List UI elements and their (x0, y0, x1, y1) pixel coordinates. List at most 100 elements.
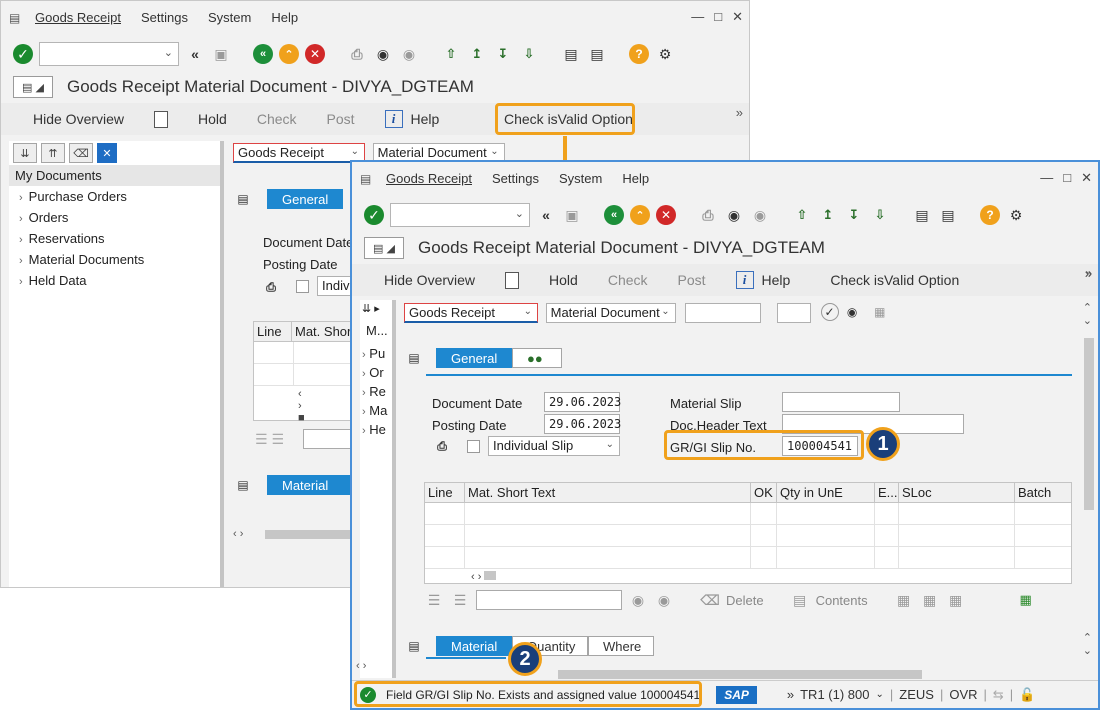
menu-settings[interactable]: Settings (492, 171, 539, 186)
column-header[interactable]: Qty in UnE (777, 483, 875, 502)
more-icon[interactable]: » (736, 105, 743, 120)
material-slip-field[interactable] (782, 392, 900, 412)
table-tools-icon[interactable]: ☰ ☰ (255, 431, 284, 448)
table-scroll-arrows[interactable]: ‹ › (425, 569, 1071, 585)
help-icon[interactable]: ? (980, 205, 1000, 225)
column-header[interactable]: Mat. Short (292, 322, 350, 341)
tab-general[interactable]: General (267, 189, 344, 209)
system-info[interactable]: » TR1 (1) 800 ⌄ | ZEUS | OVR | ⇆ | 🔓 (787, 687, 1036, 703)
table-row[interactable] (425, 503, 1071, 525)
minimize-icon[interactable]: — (691, 9, 704, 25)
item-toggle-icon[interactable]: ▤ (404, 636, 424, 656)
table-search-field[interactable] (476, 590, 622, 610)
find-next-icon[interactable]: ◉ (750, 205, 770, 225)
exit-icon[interactable]: ⌃ (630, 205, 650, 225)
expand-status-icon[interactable]: » (787, 687, 794, 702)
tree-item-held-data[interactable]: › He (360, 420, 392, 439)
printer-icon[interactable]: ⎙ (432, 436, 452, 456)
column-header[interactable]: Line (254, 322, 292, 341)
close-overview-icon[interactable]: ✕ (97, 143, 117, 163)
vertical-scrollbar[interactable] (1084, 338, 1094, 510)
table-row[interactable] (254, 364, 350, 386)
table-row[interactable] (425, 525, 1071, 547)
maximize-icon[interactable]: □ (714, 9, 722, 25)
menu-goods-receipt[interactable]: Goods Receipt (386, 171, 472, 186)
first-page-icon[interactable]: ⇧ (792, 205, 812, 225)
transaction-select[interactable]: Goods Receipt ⌄ (233, 143, 365, 163)
table-search-field[interactable] (303, 429, 353, 449)
transaction-select[interactable]: Goods Receipt ⌄ (404, 302, 538, 323)
help-button[interactable]: i Help (735, 271, 790, 289)
find-next-icon[interactable]: ◉ (399, 44, 419, 64)
prev-page-icon[interactable]: ↥ (467, 44, 487, 64)
posting-date-field[interactable]: 29.06.2023 (544, 414, 621, 434)
scroll-more-icon[interactable]: » (1085, 266, 1092, 280)
gear-icon[interactable]: ⚙ (655, 44, 675, 64)
find-in-table-icon[interactable]: ◉ (628, 590, 648, 610)
menu-system[interactable]: System (559, 171, 602, 186)
post-button[interactable]: Post (327, 111, 355, 127)
column-header[interactable]: SLoc (899, 483, 1015, 502)
my-documents-header[interactable]: My Documents (9, 165, 220, 186)
delete-button[interactable]: Delete (726, 593, 764, 608)
column-header[interactable]: Line (425, 483, 465, 502)
binoculars-icon[interactable]: ◉ (842, 302, 862, 322)
reference-select[interactable]: Material Document ⌄ (545, 302, 676, 323)
select-all-icon[interactable]: ☰ (424, 590, 444, 610)
next-page-icon[interactable]: ↧ (493, 44, 513, 64)
header-toggle-icon[interactable]: ▤ (404, 348, 424, 368)
enter-check-icon[interactable]: ✓ (13, 44, 33, 64)
post-button[interactable]: Post (678, 272, 706, 288)
command-field[interactable]: ⌄ (39, 42, 179, 66)
lock-icon[interactable]: ▦ (946, 590, 966, 610)
minimize-icon[interactable]: — (1040, 170, 1053, 186)
new-session-icon[interactable]: ▤ (912, 205, 932, 225)
find-next-in-table-icon[interactable]: ◉ (654, 590, 674, 610)
gear-icon[interactable]: ⚙ (1006, 205, 1026, 225)
maximize-icon[interactable]: □ (1063, 170, 1071, 186)
screen-menu-icon[interactable]: ▤ ◢ (13, 76, 53, 98)
back-icon[interactable]: « (604, 205, 624, 225)
tree-item-purchase-orders[interactable]: › Purchase Orders (9, 186, 220, 207)
enter-check-icon[interactable]: ✓ (364, 205, 384, 225)
find-icon[interactable]: ◉ (373, 44, 393, 64)
column-header[interactable]: E... (875, 483, 899, 502)
execute-icon[interactable]: ✓ (820, 303, 839, 321)
tab-general[interactable]: General (436, 348, 512, 368)
menu-help[interactable]: Help (271, 10, 298, 25)
cancel-icon[interactable]: ✕ (305, 44, 325, 64)
help-button[interactable]: i Help (384, 110, 439, 128)
horizontal-scroll-arrows[interactable]: ‹ › (233, 528, 243, 540)
back-icon[interactable]: « (253, 44, 273, 64)
shortcut-icon[interactable]: ▤ (587, 44, 607, 64)
close-icon[interactable]: ✕ (732, 9, 743, 25)
calculator-icon[interactable]: ▦ (870, 302, 890, 322)
tree-item-held-data[interactable]: › Held Data (9, 270, 220, 291)
collapse-all-icon[interactable]: ⇈ (41, 143, 65, 163)
check-button[interactable]: Check (257, 111, 297, 127)
table-row[interactable] (425, 547, 1071, 569)
horizontal-scrollbar[interactable] (558, 670, 922, 679)
print-icon[interactable]: ⎙ (347, 44, 367, 64)
command-field[interactable]: ⌄ (390, 203, 530, 227)
table-row[interactable] (254, 342, 350, 364)
print-checkbox[interactable] (296, 280, 309, 293)
menu-goods-receipt[interactable]: Goods Receipt (35, 10, 121, 25)
document-year-field[interactable] (776, 302, 811, 323)
check-button[interactable]: Check (608, 272, 648, 288)
find-icon[interactable]: ◉ (724, 205, 744, 225)
hold-button[interactable]: Hold (198, 111, 227, 127)
contents-button[interactable]: Contents (816, 593, 868, 608)
menu-toggle-icon[interactable]: ▤ (360, 172, 376, 186)
tab-material[interactable]: Material (436, 636, 512, 656)
menu-help[interactable]: Help (622, 171, 649, 186)
table-scroll-arrows[interactable]: ‹ › ■ (254, 386, 350, 426)
print-checkbox[interactable] (467, 440, 480, 453)
next-page-icon[interactable]: ↧ (844, 205, 864, 225)
last-page-icon[interactable]: ⇩ (870, 205, 890, 225)
menu-system[interactable]: System (208, 10, 251, 25)
new-document-button[interactable] (505, 271, 520, 289)
hide-overview-button[interactable]: Hide Overview (33, 111, 124, 127)
pane-scroll-arrows[interactable]: ‹ › (356, 660, 366, 672)
help-icon[interactable]: ? (629, 44, 649, 64)
